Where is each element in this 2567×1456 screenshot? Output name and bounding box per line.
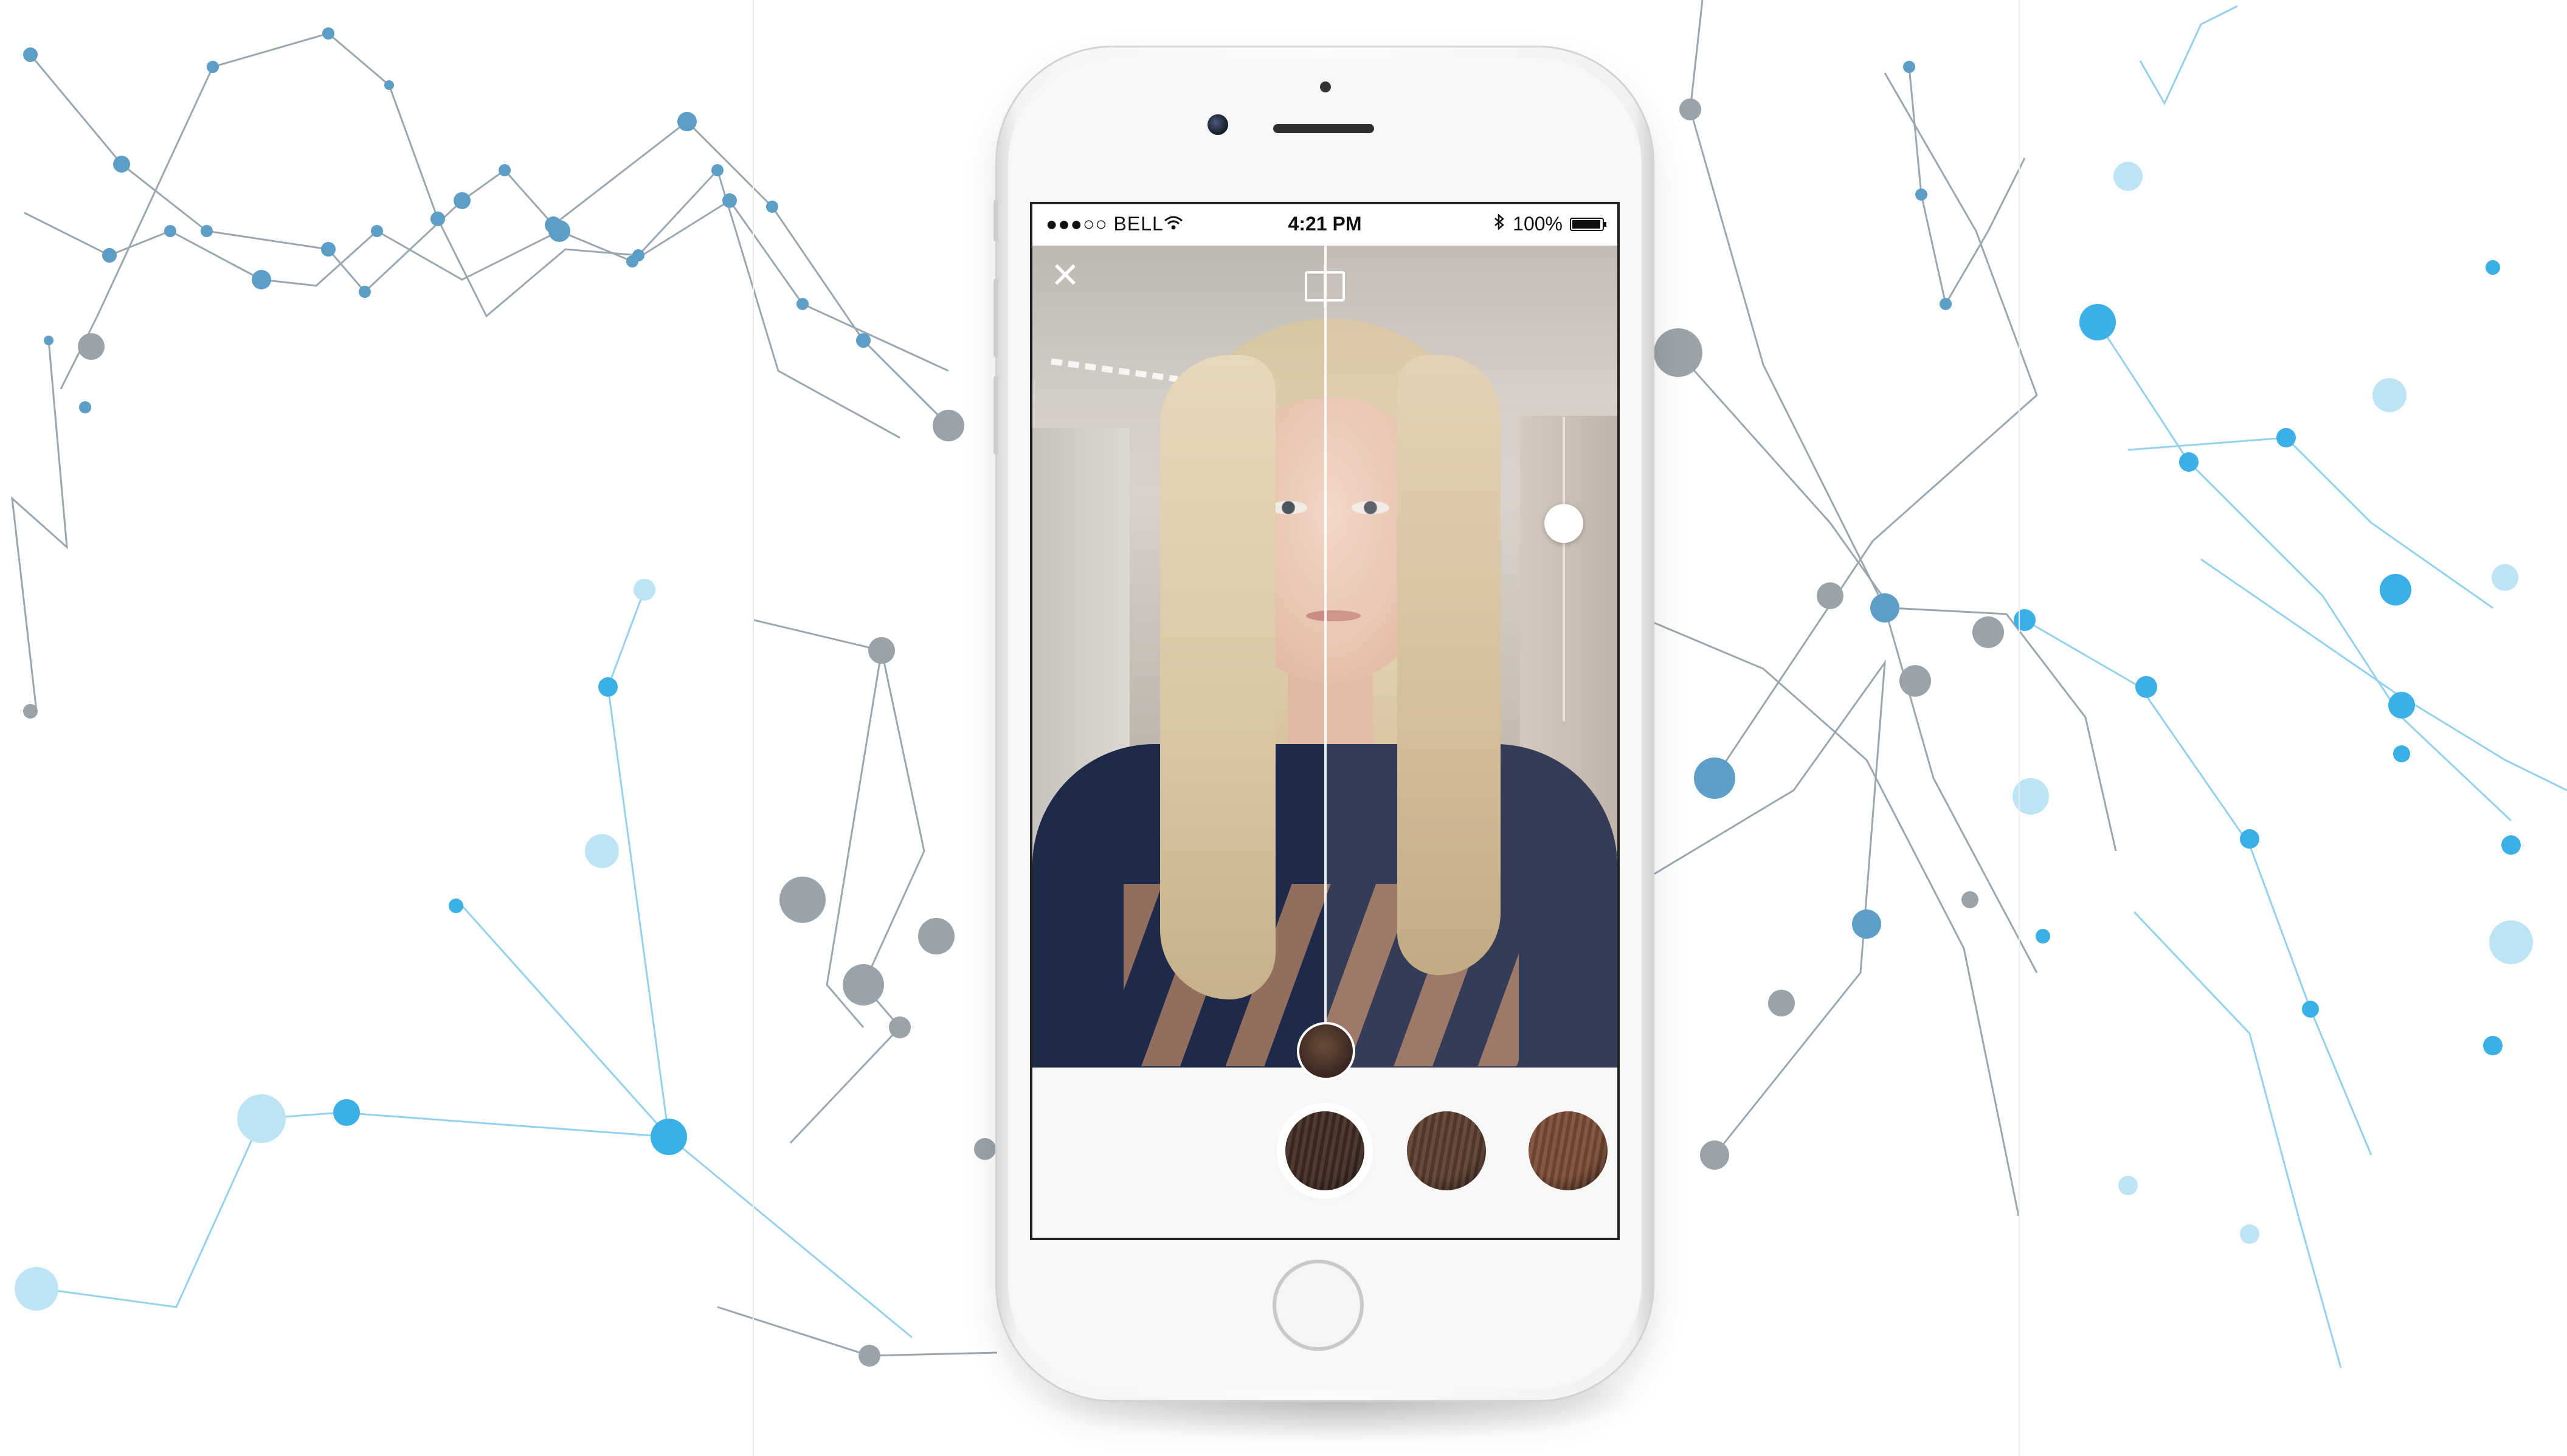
volume-down-button [993,376,998,455]
earpiece-speaker [1273,124,1374,133]
compare-split-handle[interactable] [1297,1022,1355,1080]
front-camera [1207,114,1228,135]
status-indicators: 100% [1493,213,1606,235]
battery-percent: 100% [1513,213,1563,235]
color-swatch-chestnut[interactable] [1529,1111,1608,1190]
hair-front-left [1160,355,1276,999]
wifi-icon [1163,213,1184,235]
home-button[interactable] [1273,1260,1364,1351]
compare-split-icon[interactable] [1305,265,1345,308]
battery-icon [1570,217,1606,231]
color-swatch-medium-brown[interactable] [1407,1111,1486,1190]
compare-split-line[interactable] [1324,246,1327,1068]
mute-switch [993,199,998,242]
bluetooth-icon [1493,213,1505,235]
intensity-slider-track[interactable] [1563,417,1565,721]
phone-device: ●●●○○ BELL 4:21 PM 100% × [993,47,1653,1400]
status-bar: ●●●○○ BELL 4:21 PM 100% [1032,204,1617,246]
proximity-sensor [1320,81,1331,92]
divider-line [2019,0,2020,1456]
close-button[interactable]: × [1043,252,1087,298]
compare-right-half [1324,246,1617,1068]
divider-line [753,0,754,1456]
intensity-slider-knob[interactable] [1544,504,1583,543]
color-swatch-bar [1032,1068,1617,1238]
phone-screen: ●●●○○ BELL 4:21 PM 100% × [1032,204,1617,1238]
color-swatch-dark-brown[interactable] [1285,1111,1364,1190]
volume-up-button [993,278,998,357]
